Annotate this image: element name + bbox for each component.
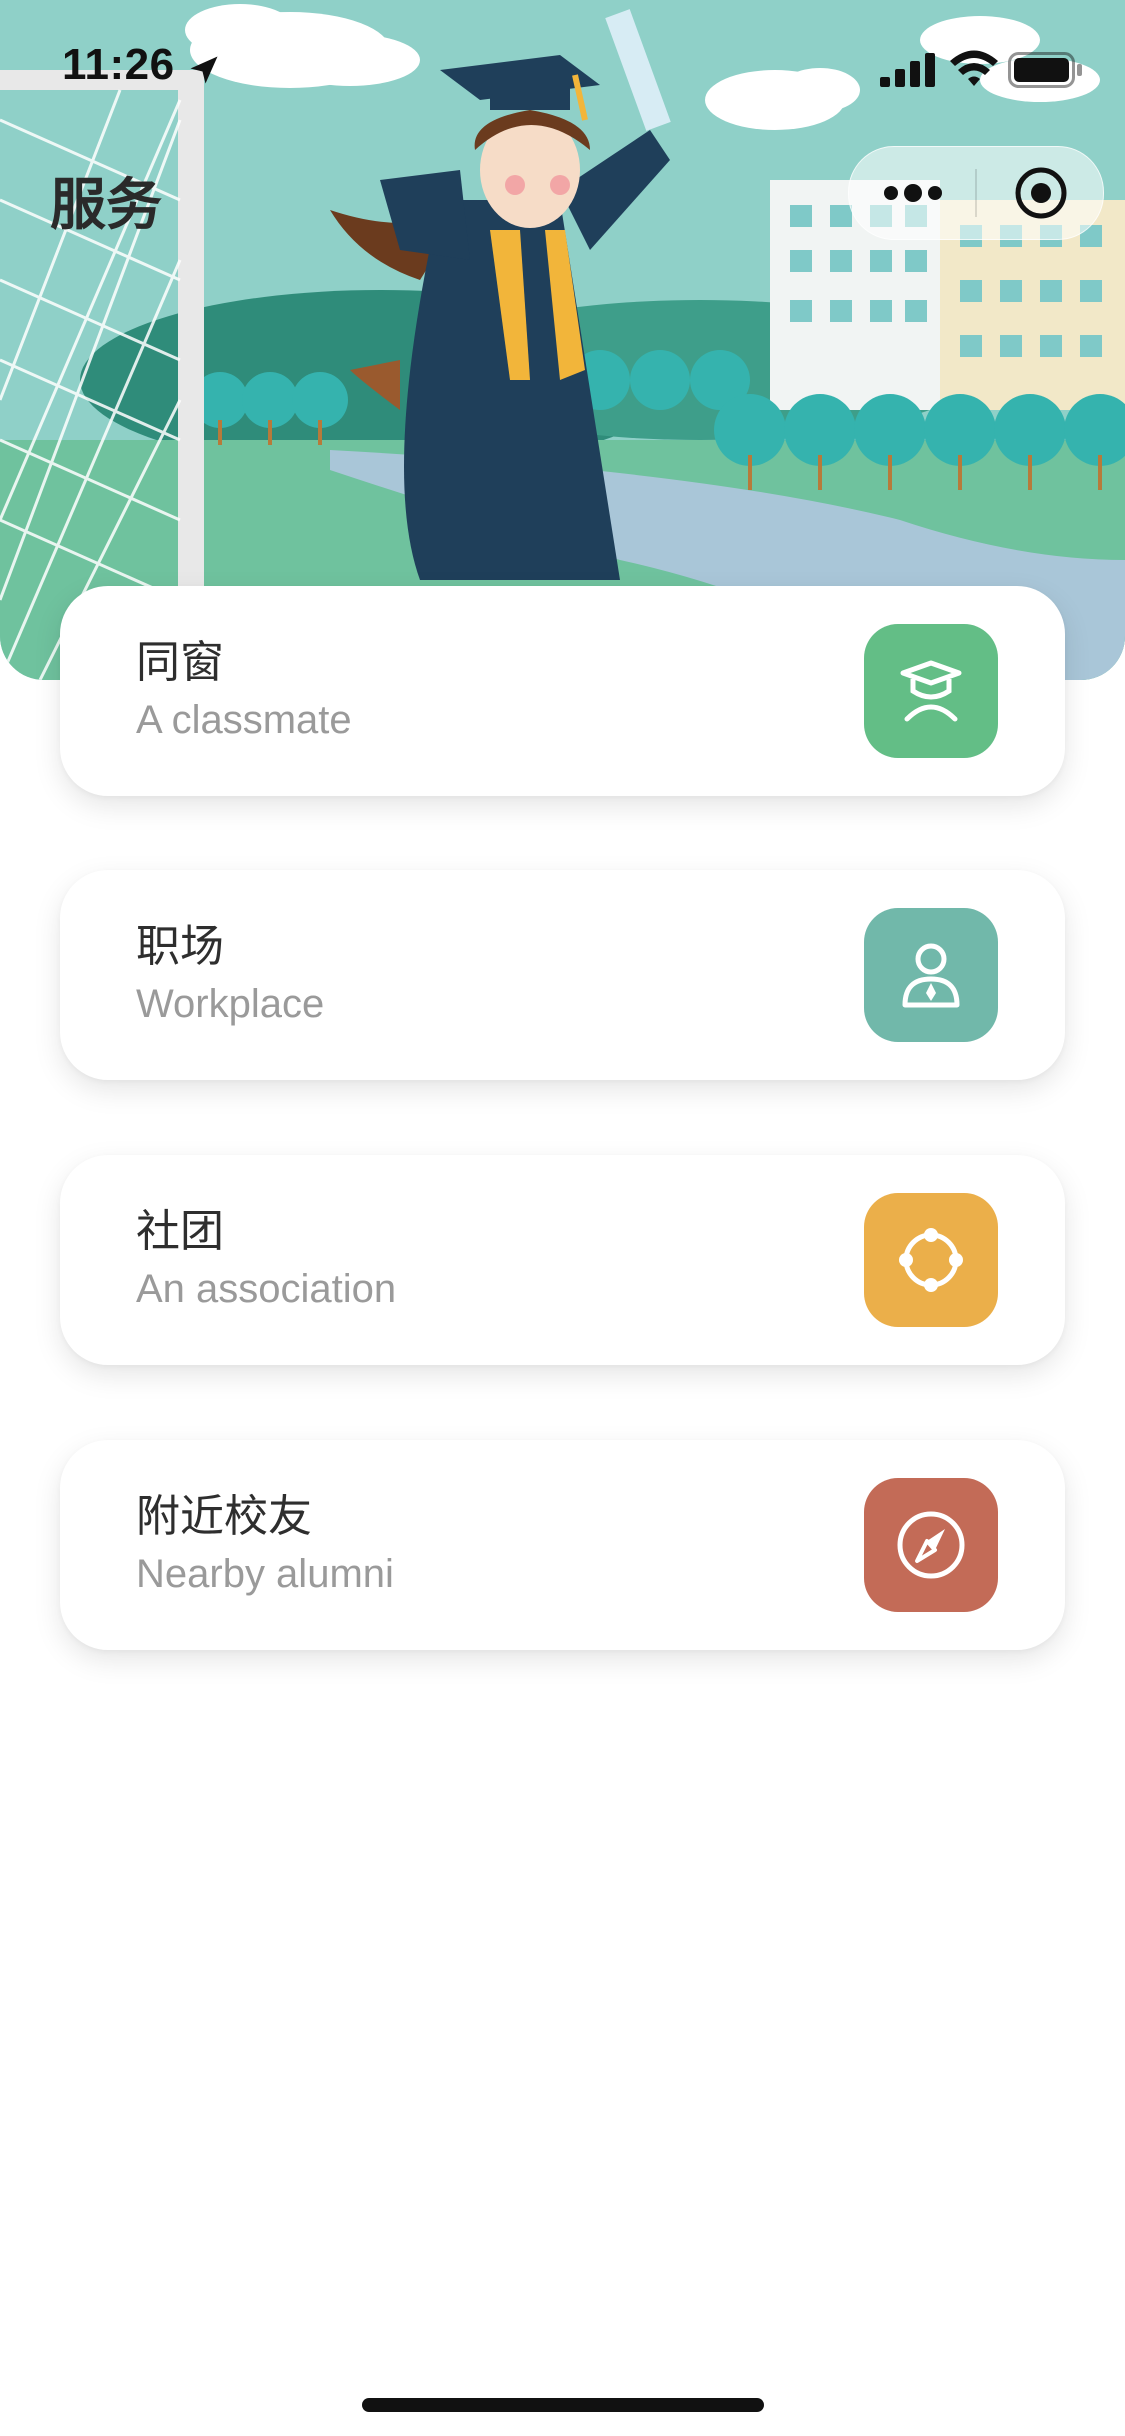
user-tie-icon — [902, 943, 960, 1008]
orbit-icon — [899, 1228, 963, 1292]
card-icon-tile — [864, 1478, 998, 1612]
page-title: 服务 — [50, 173, 162, 238]
location-arrow-icon — [190, 56, 218, 84]
card-subtitle: An association — [136, 1267, 397, 1311]
graduate-icon — [900, 660, 962, 722]
service-card-nearby-alumni[interactable]: 附近校友 Nearby alumni — [60, 1440, 1065, 1650]
home-indicator[interactable] — [362, 2398, 764, 2412]
card-icon-tile — [864, 1193, 998, 1327]
card-icon-tile — [864, 624, 998, 758]
signal-icon — [880, 53, 935, 87]
card-title: 社团 — [136, 1206, 224, 1257]
service-card-classmate[interactable]: 同窗 A classmate — [60, 586, 1065, 796]
card-title: 职场 — [136, 921, 224, 972]
card-title: 附近校友 — [136, 1491, 312, 1542]
wifi-icon — [950, 50, 998, 86]
status-bar: 11:26 — [0, 0, 1125, 132]
battery-icon — [1008, 52, 1082, 88]
card-title: 同窗 — [136, 637, 224, 688]
card-subtitle: Nearby alumni — [136, 1552, 394, 1596]
card-subtitle: A classmate — [136, 698, 352, 742]
card-icon-tile — [864, 908, 998, 1042]
card-subtitle: Workplace — [136, 982, 325, 1026]
service-card-workplace[interactable]: 职场 Workplace — [60, 870, 1065, 1080]
status-time: 11:26 — [62, 40, 175, 89]
capsule-divider — [975, 169, 977, 217]
target-icon[interactable] — [1013, 165, 1069, 221]
compass-icon — [897, 1511, 965, 1579]
more-dots-icon[interactable] — [877, 177, 949, 209]
service-card-association[interactable]: 社团 An association — [60, 1155, 1065, 1365]
mini-program-capsule — [848, 146, 1104, 240]
